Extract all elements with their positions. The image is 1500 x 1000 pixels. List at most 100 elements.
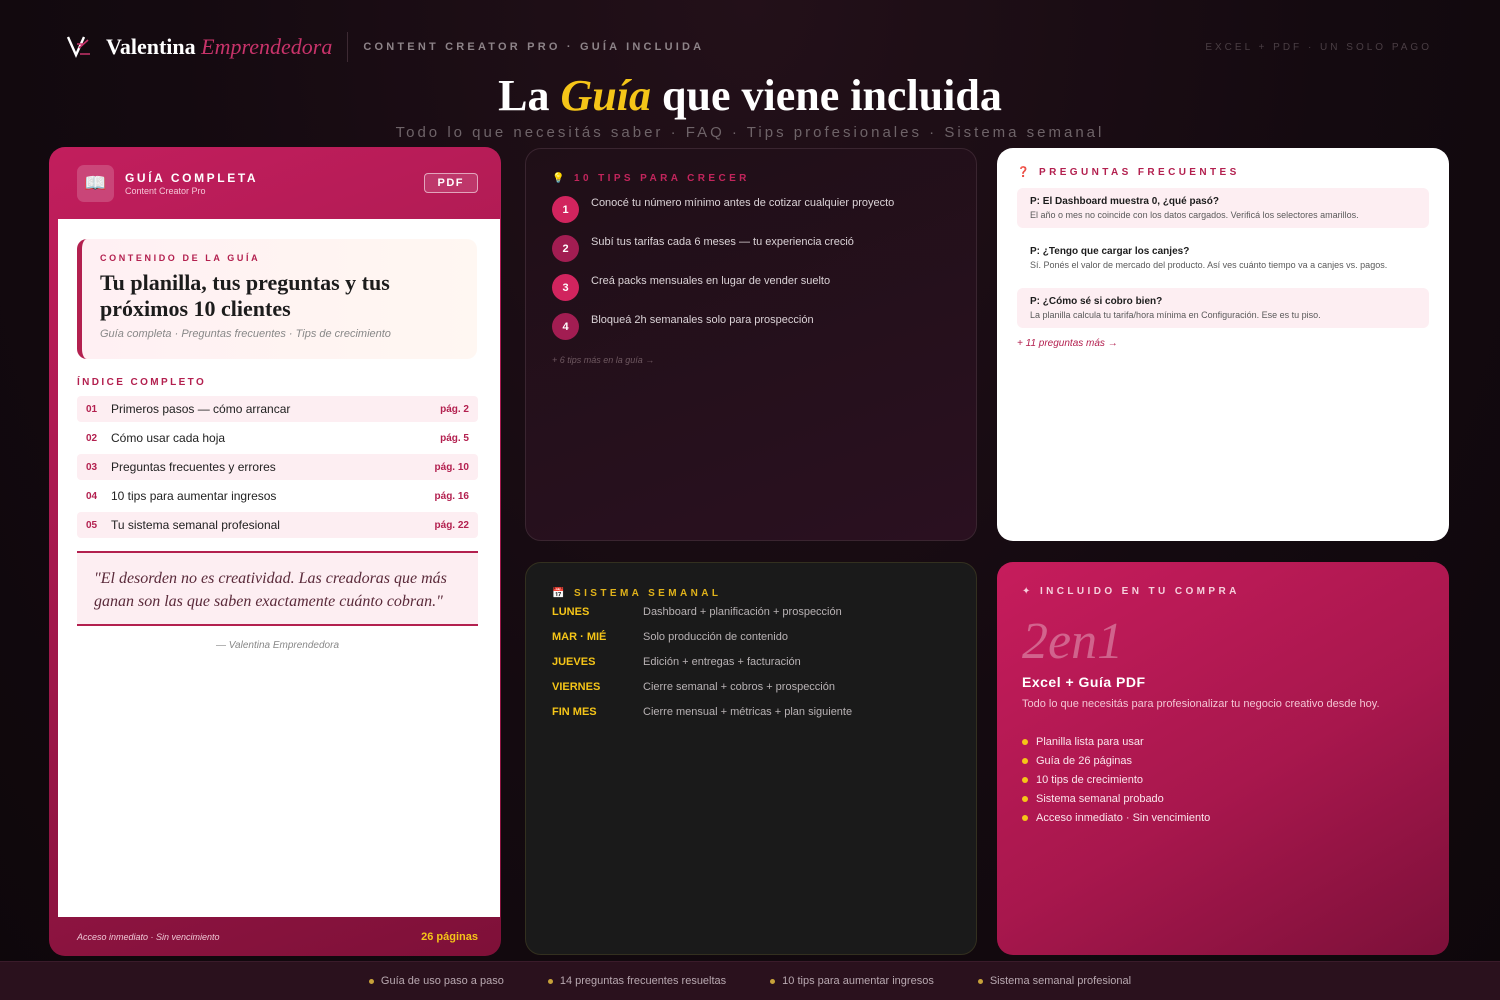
bullet-icon	[1022, 738, 1028, 745]
index-row[interactable]: 03 Preguntas frecuentes y errores pág. 1…	[77, 454, 478, 480]
hero-title-part: que viene incluida	[662, 71, 1002, 120]
guide-title: GUÍA COMPLETA	[125, 170, 259, 185]
index-text: Cómo usar cada hoja	[111, 431, 226, 445]
bottom-bar-item: Guía de uso paso a paso	[368, 975, 504, 987]
bottom-bar-text: 14 preguntas frecuentes resueltas	[559, 975, 727, 987]
index-row[interactable]: 04 10 tips para aumentar ingresos pág. 1…	[77, 483, 478, 509]
guide-content-box: CONTENIDO DE LA GUÍA Tu planilla, tus pr…	[77, 239, 477, 359]
tip-item: 2 Subí tus tarifas cada 6 meses — tu exp…	[552, 235, 950, 262]
index-page: pág. 16	[434, 490, 469, 502]
faq-label: PREGUNTAS FRECUENTES	[1039, 167, 1240, 178]
faq-answer: El año o mes no coincide con los datos c…	[1030, 210, 1359, 220]
included-item: Guía de 26 páginas	[1022, 751, 1424, 770]
faq-more-link[interactable]: + 11 preguntas más →	[1017, 338, 1429, 349]
weekly-day: FIN MES	[552, 705, 597, 718]
index-text: 10 tips para aumentar ingresos	[111, 489, 277, 503]
weekly-row: FIN MES Cierre mensual + métricas + plan…	[552, 699, 950, 724]
index-text: Tu sistema semanal profesional	[111, 518, 280, 532]
included-item: 10 tips de crecimiento	[1022, 770, 1424, 789]
index-row[interactable]: 02 Cómo usar cada hoja pág. 5	[77, 425, 478, 451]
bullet-icon	[368, 978, 374, 984]
pdf-badge: PDF	[423, 173, 478, 193]
tips-more-link[interactable]: + 6 tips más en la guía →	[552, 355, 950, 365]
weekly-day: VIERNES	[552, 680, 601, 693]
index-number: 03	[86, 461, 98, 473]
included-item-text: Planilla lista para usar	[1036, 735, 1144, 748]
index-number: 04	[86, 490, 98, 502]
weekly-day: LUNES	[552, 605, 590, 618]
header-divider	[347, 32, 349, 62]
index-row[interactable]: 01 Primeros pasos — cómo arrancar pág. 2	[77, 396, 478, 422]
bullet-icon	[1022, 776, 1028, 783]
content-title: Tu planilla, tus preguntas y tus próximo…	[100, 270, 390, 321]
bullet-icon	[547, 978, 553, 984]
included-item: Sistema semanal probado	[1022, 789, 1424, 808]
bullet-icon	[977, 978, 983, 984]
bullet-icon	[1022, 814, 1028, 821]
included-item: Acceso inmediato · Sin vencimiento	[1022, 808, 1424, 827]
header-right-tag: EXCEL + PDF · UN SOLO PAGO	[1205, 41, 1432, 53]
weekly-task: Dashboard + planificación + prospección	[643, 605, 842, 618]
bottom-bar-item: 14 preguntas frecuentes resueltas	[547, 975, 727, 987]
tip-item: 4 Bloqueá 2h semanales solo para prospec…	[552, 313, 950, 340]
included-header: ✦ INCLUIDO EN TU COMPRA	[1022, 586, 1424, 597]
faq-header: ❓ PREGUNTAS FRECUENTES	[1017, 167, 1429, 178]
faq-answer: La planilla calcula tu tarifa/hora mínim…	[1030, 310, 1321, 320]
book-icon: 📖	[77, 164, 114, 202]
bottom-bar: Guía de uso paso a paso 14 preguntas fre…	[0, 961, 1500, 1000]
included-item-text: Sistema semanal probado	[1036, 792, 1164, 805]
content-label: CONTENIDO DE LA GUÍA	[100, 253, 261, 263]
brand-name-main: Valentina	[106, 34, 196, 59]
weekly-row: JUEVES Edición + entregas + facturación	[552, 649, 950, 674]
guide-quote: "El desorden no es creatividad. Las crea…	[77, 551, 478, 626]
weekly-card: 📅 SISTEMA SEMANAL LUNES Dashboard + plan…	[525, 562, 977, 955]
tip-item: 1 Conocé tu número mínimo antes de cotiz…	[552, 196, 950, 223]
tip-number: 1	[552, 196, 579, 223]
lightbulb-icon: 💡	[552, 173, 568, 184]
index-page: pág. 10	[434, 461, 469, 473]
tips-card: 💡 10 TIPS PARA CRECER 1 Conocé tu número…	[525, 148, 977, 541]
hero-title: La Guía que viene incluida	[0, 70, 1500, 121]
tip-number: 3	[552, 274, 579, 301]
content-subtitle: Guía completa · Preguntas frecuentes · T…	[100, 328, 391, 340]
index-number: 01	[86, 403, 98, 415]
faq-item[interactable]: P: El Dashboard muestra 0, ¿qué pasó? El…	[1017, 188, 1429, 228]
guide-body: CONTENIDO DE LA GUÍA Tu planilla, tus pr…	[58, 219, 500, 917]
index-number: 05	[86, 519, 98, 531]
included-big-text: 2en1	[1022, 613, 1124, 670]
bullet-icon	[770, 978, 776, 984]
quote-text: "El desorden no es creatividad. Las crea…	[94, 570, 447, 610]
weekly-task: Solo producción de contenido	[643, 630, 788, 643]
faq-item[interactable]: P: ¿Cómo sé si cobro bien? La planilla c…	[1017, 288, 1429, 328]
included-list: Planilla lista para usar Guía de 26 pági…	[1022, 732, 1424, 827]
faq-item[interactable]: P: ¿Tengo que cargar los canjes? Sí. Pon…	[1017, 238, 1429, 278]
index-row[interactable]: 05 Tu sistema semanal profesional pág. 2…	[77, 512, 478, 538]
weekly-day: MAR · MIÉ	[552, 630, 607, 643]
included-label: INCLUIDO EN TU COMPRA	[1039, 586, 1240, 597]
hero-title-highlight: Guía	[560, 71, 651, 120]
brand-name: Valentina Emprendedora	[106, 34, 332, 60]
guide-footer: Acceso inmediato · Sin vencimiento 26 pá…	[49, 917, 501, 956]
index-list: 01 Primeros pasos — cómo arrancar pág. 2…	[77, 396, 478, 541]
hero-title-part: La	[498, 71, 550, 120]
brand-name-accent: Emprendedora	[201, 34, 333, 59]
included-item: Planilla lista para usar	[1022, 732, 1424, 751]
weekly-task: Cierre semanal + cobros + prospección	[643, 680, 835, 693]
faq-question: P: El Dashboard muestra 0, ¿qué pasó?	[1030, 196, 1219, 207]
tips-header: 💡 10 TIPS PARA CRECER	[552, 173, 950, 184]
included-item-text: Guía de 26 páginas	[1036, 754, 1133, 767]
top-bar: Valentina Emprendedora CONTENT CREATOR P…	[66, 30, 1432, 64]
bottom-bar-text: Sistema semanal profesional	[989, 975, 1132, 987]
guide-footer-access: Acceso inmediato · Sin vencimiento	[77, 931, 220, 942]
header-tagline: CONTENT CREATOR PRO · GUÍA INCLUIDA	[363, 41, 705, 53]
tip-text: Conocé tu número mínimo antes de cotizar…	[591, 197, 895, 209]
tips-label: 10 TIPS PARA CRECER	[574, 173, 750, 184]
index-label: ÍNDICE COMPLETO	[77, 377, 207, 388]
question-icon: ❓	[1017, 167, 1033, 178]
weekly-label: SISTEMA SEMANAL	[574, 588, 722, 599]
faq-question: P: ¿Cómo sé si cobro bien?	[1030, 296, 1163, 307]
weekly-row: VIERNES Cierre semanal + cobros + prospe…	[552, 674, 950, 699]
tip-number: 2	[552, 235, 579, 262]
tip-text: Bloqueá 2h semanales solo para prospecci…	[591, 314, 814, 326]
bottom-bar-item: 10 tips para aumentar ingresos	[770, 975, 934, 987]
